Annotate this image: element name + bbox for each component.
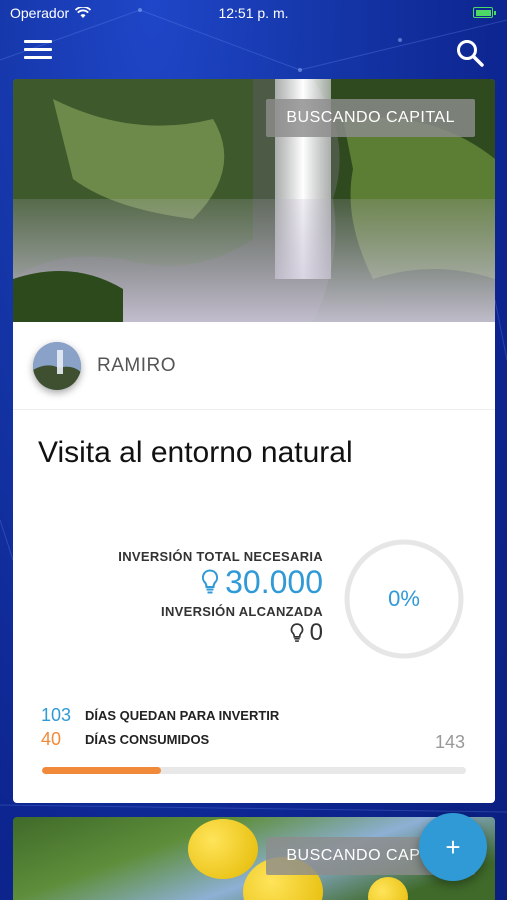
hamburger-icon[interactable] [24, 40, 52, 62]
days-left-value: 103 [41, 705, 72, 725]
progress-percent: 0% [388, 586, 420, 611]
lemon-image [188, 819, 258, 879]
project-card[interactable]: BUSCANDO CAPITAL RAMIRO Visita al entorn… [13, 79, 495, 803]
investment-reached-value: 0 [309, 619, 323, 646]
days-consumed-row: 40 DÍAS CONSUMIDOS [41, 729, 209, 750]
investment-reached: 0 [118, 621, 323, 645]
days-consumed-value: 40 [41, 729, 62, 749]
days-left-label: DÍAS QUEDAN PARA INVERTIR [85, 708, 280, 723]
days-total: 143 [434, 732, 465, 752]
project-title: Visita al entorno natural [38, 436, 353, 469]
owner-name[interactable]: RAMIRO [97, 355, 176, 377]
investment-total-label: INVERSIÓN TOTAL NECESARIA [118, 549, 323, 564]
add-project-button[interactable]: + [419, 813, 487, 881]
project-hero-image: BUSCANDO CAPITAL [13, 79, 495, 322]
top-app-bar [0, 30, 507, 74]
days-left-row: 103 DÍAS QUEDAN PARA INVERTIR [41, 705, 279, 726]
investment-info: INVERSIÓN TOTAL NECESARIA 30.000 INVERSI… [118, 549, 323, 645]
lemon-image [368, 877, 408, 900]
investment-total-value: 30.000 [225, 564, 323, 600]
days-progress-fill [42, 767, 161, 774]
days-consumed-label: DÍAS CONSUMIDOS [85, 732, 210, 747]
status-badge: BUSCANDO CAPITAL [266, 99, 475, 137]
owner-row[interactable]: RAMIRO [13, 322, 495, 410]
investment-progress-ring: 0% [343, 538, 465, 660]
search-icon[interactable] [455, 38, 485, 68]
battery-icon [473, 7, 496, 18]
status-bar: Operador 12:51 p. m. [0, 0, 507, 28]
lightbulb-icon [202, 569, 219, 594]
clock: 12:51 p. m. [218, 5, 289, 21]
investment-total: 30.000 [118, 566, 323, 598]
investment-reached-label: INVERSIÓN ALCANZADA [161, 604, 323, 619]
avatar[interactable] [33, 341, 81, 390]
lightbulb-icon [290, 623, 303, 642]
plus-icon: + [445, 831, 461, 862]
days-progress-bar [42, 767, 466, 774]
